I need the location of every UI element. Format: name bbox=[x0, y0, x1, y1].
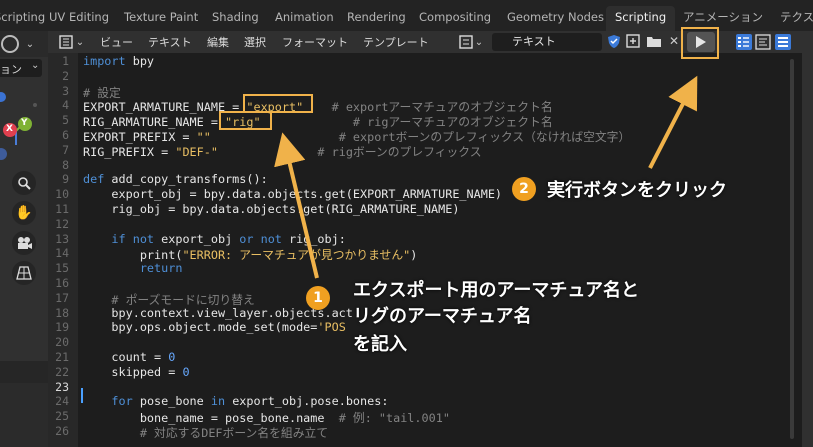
arrow-step1 bbox=[274, 132, 319, 279]
step1-badge: 1 bbox=[306, 286, 330, 310]
step1-line1: エクスポート用のアーマチュア名と bbox=[353, 280, 640, 301]
annotation-arrows bbox=[274, 75, 698, 279]
step2-text: 実行ボタンをクリック bbox=[547, 180, 727, 201]
step1-line3: を記入 bbox=[353, 334, 407, 355]
arrow-step2 bbox=[648, 75, 698, 169]
step1-line2: リグのアーマチュア名 bbox=[353, 306, 532, 327]
step2-badge: 2 bbox=[512, 177, 536, 201]
